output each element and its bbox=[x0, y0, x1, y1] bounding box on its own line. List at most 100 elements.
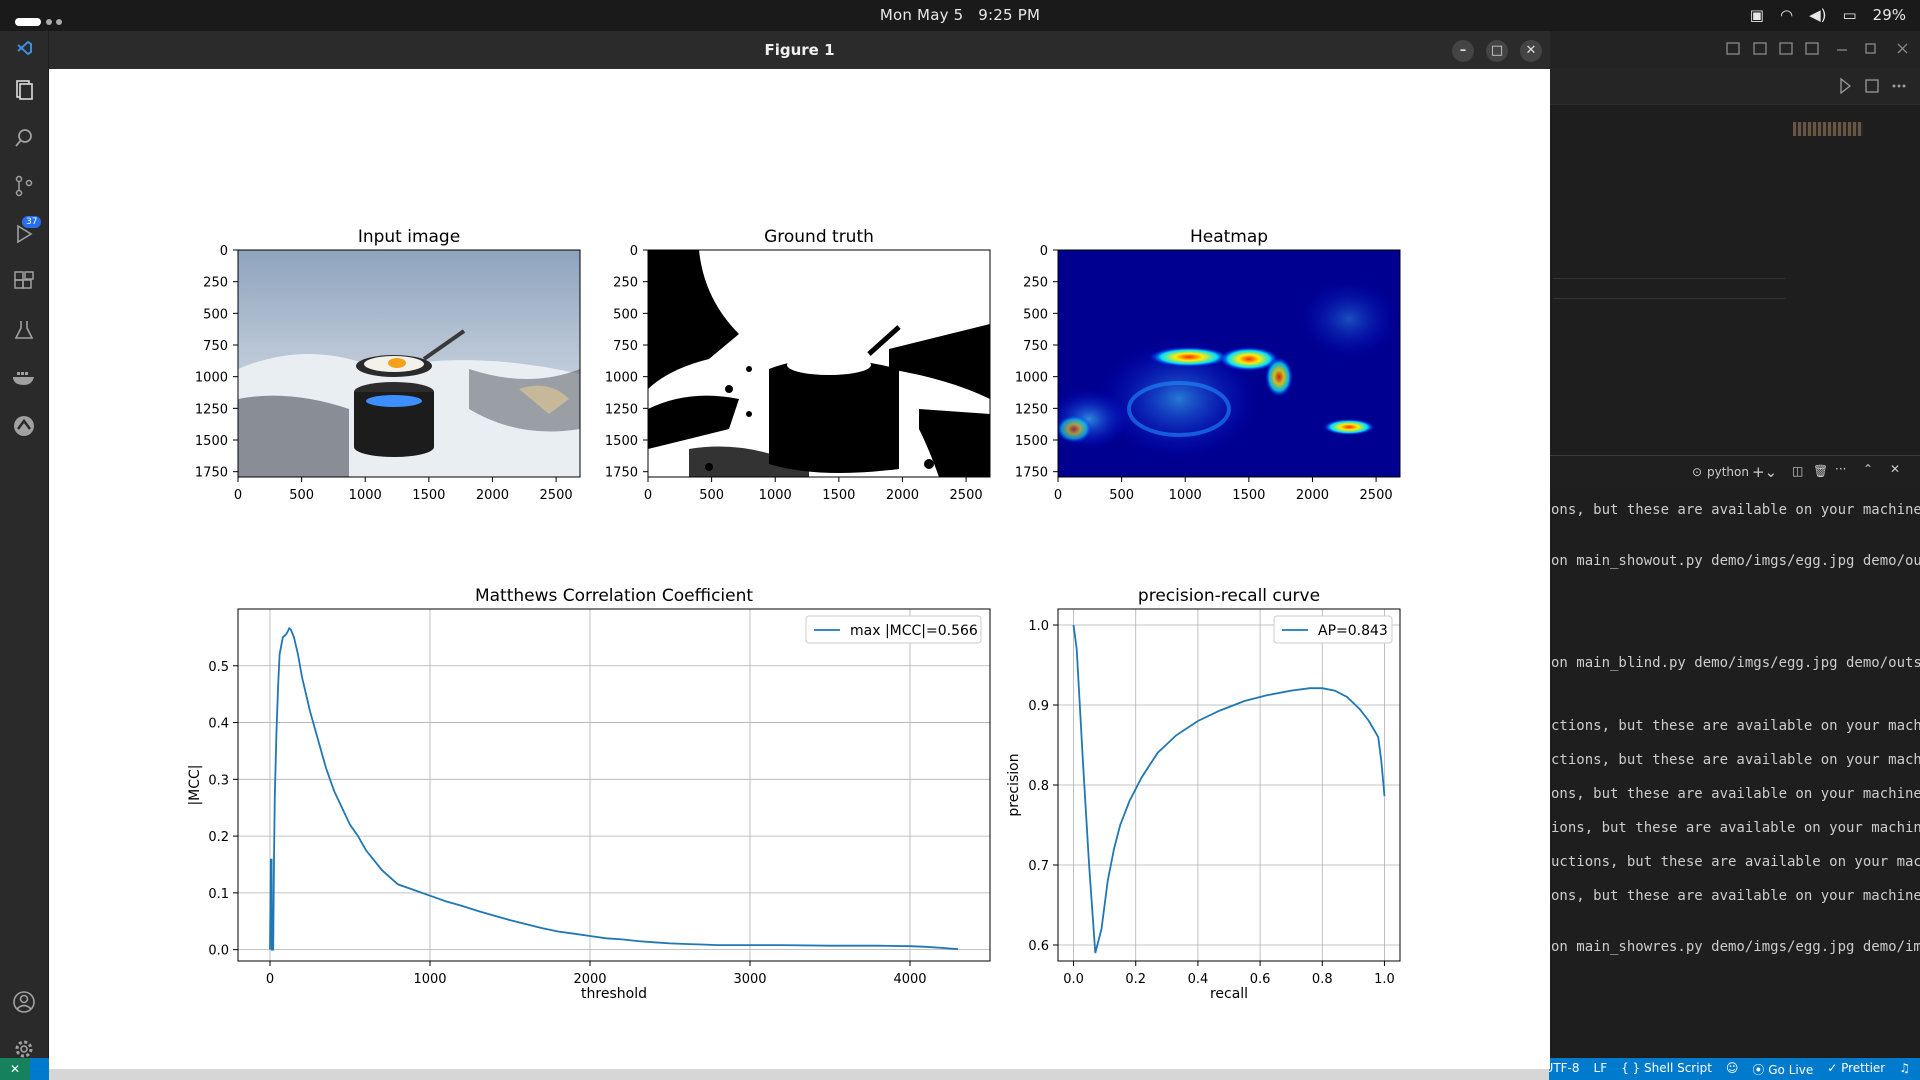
maximize-button[interactable]: □ bbox=[1486, 40, 1508, 62]
image-xtick-label: 1500 bbox=[1232, 488, 1265, 503]
image-ytick-label: 250 bbox=[613, 276, 638, 291]
terminal-line: on main_showout.py demo/imgs/egg.jpg dem… bbox=[1551, 553, 1920, 569]
run-file-icon[interactable] bbox=[1840, 77, 1852, 95]
pr-legend-label: AP=0.843 bbox=[1318, 623, 1388, 639]
xtick-label: 3000 bbox=[733, 972, 766, 987]
mcc-axes-frame bbox=[237, 608, 991, 962]
ytick-label: 0.1 bbox=[208, 887, 229, 902]
xtick-label: 0.8 bbox=[1312, 972, 1333, 987]
mcc-ticks: 0 1000 2000 3000 4000 0.0 0.1 0.2 0.3 0.4 0.5 bbox=[208, 660, 926, 987]
image-xtick-label: 1000 bbox=[759, 488, 792, 503]
more-actions-icon[interactable] bbox=[1892, 84, 1906, 88]
image-xtick-label: 500 bbox=[1109, 488, 1134, 503]
image-ytick-label: 1500 bbox=[605, 434, 638, 449]
mcc-legend: max |MCC|=0.566 bbox=[805, 615, 982, 644]
input-image-picture bbox=[238, 250, 580, 477]
image-xtick-label: 1000 bbox=[1169, 488, 1202, 503]
mcc-title: Matthews Correlation Coefficient bbox=[475, 586, 753, 606]
ytick-label: 0.6 bbox=[1028, 939, 1049, 954]
image-ytick-label: 0 bbox=[220, 244, 228, 259]
testing-flask-icon[interactable] bbox=[9, 315, 39, 345]
split-editor-icon[interactable] bbox=[1865, 79, 1879, 93]
pr-chart: precision-recall curve 0.0 0.2 0.4 0.6 0.8 1.… bbox=[1006, 586, 1401, 1002]
minimap[interactable] bbox=[1793, 122, 1863, 136]
image-xtick-label: 500 bbox=[699, 488, 724, 503]
image-ytick-label: 250 bbox=[1023, 276, 1048, 291]
terminal-line: ons, but these are available on your mac… bbox=[1551, 502, 1920, 518]
image-ytick-label: 1000 bbox=[195, 371, 228, 386]
image-ytick-label: 500 bbox=[1023, 307, 1048, 322]
figure-toolbar-strip[interactable] bbox=[49, 1069, 1549, 1080]
image-xtick-label: 2500 bbox=[950, 488, 983, 503]
mcc-series-line bbox=[269, 626, 959, 951]
image-ytick-label: 1000 bbox=[1015, 371, 1048, 386]
search-icon[interactable] bbox=[9, 123, 39, 153]
remote-explorer-icon[interactable] bbox=[9, 411, 39, 441]
xtick-label: 2000 bbox=[573, 972, 606, 987]
ytick-label: 0.9 bbox=[1028, 699, 1049, 714]
xtick-label: 1000 bbox=[413, 972, 446, 987]
minimize-button[interactable]: – bbox=[1452, 40, 1474, 62]
xtick-label: 0.6 bbox=[1250, 972, 1271, 987]
ytick-label: 0.8 bbox=[1028, 779, 1049, 794]
terminal-line: ions, but these are available on your ma… bbox=[1551, 820, 1920, 836]
xtick-label: 0.4 bbox=[1188, 972, 1209, 987]
docker-icon[interactable] bbox=[9, 363, 39, 393]
status-golive[interactable]: ⦿ Go Live bbox=[1752, 1061, 1813, 1078]
extensions-icon[interactable] bbox=[9, 267, 39, 297]
pr-legend: AP=0.843 bbox=[1273, 615, 1393, 644]
divider bbox=[1553, 298, 1785, 299]
input-image-axes: Input image bbox=[237, 227, 581, 478]
image-xtick-label: 1500 bbox=[412, 488, 445, 503]
source-control-icon[interactable] bbox=[9, 171, 39, 201]
status-prettier[interactable]: ✓ Prettier bbox=[1827, 1061, 1885, 1078]
maximize-panel-icon[interactable]: ⌃ bbox=[1863, 462, 1873, 476]
run-debug-icon[interactable] bbox=[9, 219, 39, 249]
image-xtick-label: 2500 bbox=[540, 488, 573, 503]
image-xtick-label: 2000 bbox=[886, 488, 919, 503]
copilot-icon[interactable]: ☺ bbox=[1726, 1061, 1739, 1078]
notifications-bell-icon[interactable]: ♫ bbox=[1899, 1061, 1910, 1078]
volume-icon: ◀) bbox=[1809, 6, 1827, 24]
system-tray[interactable]: ▣ ◠ ◀) ▭ 29% bbox=[1750, 6, 1906, 24]
ytick-label: 0.3 bbox=[208, 773, 229, 788]
vscode-logo-icon bbox=[9, 33, 39, 63]
input-image-title: Input image bbox=[358, 227, 460, 247]
pr-ylabel: precision bbox=[1006, 753, 1022, 816]
image-ytick-label: 500 bbox=[613, 307, 638, 322]
ground-truth-mask bbox=[648, 250, 990, 477]
pr-xlabel: recall bbox=[1210, 986, 1248, 1002]
close-panel-icon[interactable]: ✕ bbox=[1890, 462, 1900, 476]
image-xtick-label: 2000 bbox=[1296, 488, 1329, 503]
image-xtick-label: 0 bbox=[234, 488, 242, 503]
new-terminal-icon[interactable]: +⌄ bbox=[1752, 463, 1777, 481]
image-xtick-label: 2500 bbox=[1360, 488, 1393, 503]
pr-ticks: 0.0 0.2 0.4 0.6 0.8 1.0 0.6 0.7 0.8 0.9 1.0 bbox=[1028, 619, 1394, 987]
pr-series-line bbox=[1072, 624, 1386, 954]
trash-icon[interactable]: 🗑 bbox=[1813, 464, 1828, 478]
status-eol[interactable]: LF bbox=[1594, 1061, 1608, 1078]
vscode-editor-area bbox=[1550, 31, 1920, 1063]
close-button[interactable]: ✕ bbox=[1520, 40, 1542, 62]
terminal-panel-header: ⊙ python +⌄ ◫ 🗑 ··· ⌃ ✕ bbox=[1550, 455, 1920, 489]
image-ytick-label: 1250 bbox=[1015, 402, 1048, 417]
heatmap-image bbox=[1058, 250, 1400, 477]
split-terminal-icon[interactable]: ◫ bbox=[1792, 464, 1803, 478]
explorer-icon[interactable] bbox=[9, 75, 39, 105]
ytick-label: 0.7 bbox=[1028, 859, 1049, 874]
image-xtick-label: 2000 bbox=[476, 488, 509, 503]
clock[interactable]: Mon May 5 9:25 PM bbox=[0, 6, 1920, 24]
image-ytick-label: 750 bbox=[1023, 339, 1048, 354]
image-ytick-label: 0 bbox=[1040, 244, 1048, 259]
terminal-name[interactable]: python bbox=[1707, 465, 1749, 479]
remote-indicator[interactable]: ✕ bbox=[0, 1058, 30, 1080]
more-icon[interactable]: ··· bbox=[1835, 462, 1846, 476]
image-xtick-label: 500 bbox=[289, 488, 314, 503]
account-icon[interactable] bbox=[9, 987, 39, 1017]
clipboard-icon[interactable]: ▣ bbox=[1750, 6, 1764, 24]
image-ytick-label: 750 bbox=[613, 339, 638, 354]
image-ytick-label: 1750 bbox=[195, 466, 228, 481]
divider bbox=[1553, 278, 1785, 279]
image-ytick-label: 500 bbox=[203, 307, 228, 322]
status-language[interactable]: { } Shell Script bbox=[1621, 1061, 1712, 1078]
